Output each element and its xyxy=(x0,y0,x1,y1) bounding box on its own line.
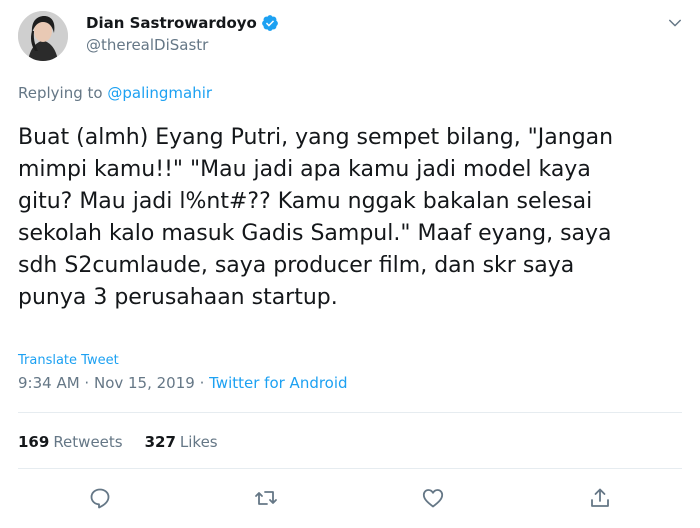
replying-to: Replying to @palingmahir xyxy=(18,84,212,102)
tweet-text: Buat (almh) Eyang Putri, yang sempet bil… xyxy=(18,122,688,314)
likes-label: Likes xyxy=(179,433,218,451)
reply-mention-link[interactable]: @palingmahir xyxy=(107,84,212,102)
divider xyxy=(18,412,682,413)
tweet-text-line: sekolah kalo masuk Gadis Sampul." Maaf e… xyxy=(18,221,612,246)
retweets-stat[interactable]: 169 Retweets xyxy=(18,433,123,451)
likes-count: 327 xyxy=(144,433,176,451)
display-name[interactable]: Dian Sastrowardoyo xyxy=(86,14,257,32)
handle: @therealDiSastr xyxy=(86,36,209,54)
tweet-text-line: punya 3 perusahaan startup. xyxy=(18,285,338,310)
tweet-source-link[interactable]: Twitter for Android xyxy=(209,374,347,392)
tweet-meta: 9:34 AM · Nov 15, 2019 · Twitter for And… xyxy=(18,374,348,392)
avatar-image xyxy=(18,11,68,61)
likes-stat[interactable]: 327 Likes xyxy=(145,433,218,451)
retweet-icon[interactable] xyxy=(254,486,278,510)
reply-icon[interactable] xyxy=(88,486,112,510)
chevron-down-icon[interactable] xyxy=(666,14,684,32)
like-icon[interactable] xyxy=(421,486,445,510)
meta-separator: · xyxy=(194,374,210,392)
tweet-text-line: gitu? Mau jadi l%nt#?? Kamu nggak bakala… xyxy=(18,189,593,214)
retweets-count: 169 xyxy=(18,433,50,451)
display-name-row: Dian Sastrowardoyo xyxy=(86,12,279,34)
tweet-text-line: mimpi kamu!!" "Mau jadi apa kamu jadi mo… xyxy=(18,157,591,182)
translate-tweet-link[interactable]: Translate Tweet xyxy=(18,353,119,368)
retweets-label: Retweets xyxy=(53,433,123,451)
tweet-author[interactable]: Dian Sastrowardoyo @therealDiSastr xyxy=(86,12,279,54)
tweet-actions xyxy=(0,486,700,514)
tweet-text-line: Buat (almh) Eyang Putri, yang sempet bil… xyxy=(18,125,614,150)
meta-separator: · xyxy=(79,374,94,392)
verified-badge-icon xyxy=(261,15,278,31)
tweet-text-line: sdh S2cumlaude, saya producer film, dan … xyxy=(18,253,575,278)
tweet-stats: 169 Retweets 327 Likes xyxy=(18,433,218,451)
tweet-date[interactable]: Nov 15, 2019 xyxy=(94,374,195,392)
share-icon[interactable] xyxy=(588,486,612,510)
avatar[interactable] xyxy=(18,11,68,61)
divider xyxy=(18,468,682,469)
tweet-time[interactable]: 9:34 AM xyxy=(18,374,80,392)
replying-to-label: Replying to xyxy=(18,84,103,102)
